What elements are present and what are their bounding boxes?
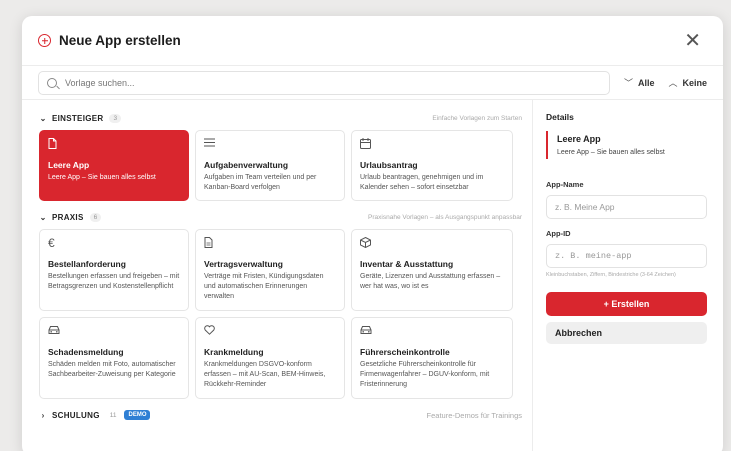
card-description: Leere App – Sie bauen alles selbst bbox=[48, 174, 156, 181]
document-icon bbox=[48, 138, 180, 152]
car-icon bbox=[360, 325, 504, 339]
search-box[interactable] bbox=[38, 70, 610, 95]
template-card-aufgabenverwaltung[interactable]: Aufgabenverwaltung Aufgaben im Team vert… bbox=[195, 130, 345, 201]
section-description: Feature-Demos für Trainings bbox=[426, 410, 522, 420]
card-title: Inventar & Ausstattung bbox=[360, 259, 454, 269]
app-id-label: App-ID bbox=[546, 229, 571, 238]
card-title: Aufgabenverwaltung bbox=[204, 160, 289, 170]
template-card-inventar[interactable]: Inventar & Ausstattung Geräte, Lizenzen … bbox=[351, 229, 513, 311]
section-count: 6 bbox=[89, 212, 102, 222]
card-title: Krankmeldung bbox=[204, 347, 264, 357]
card-description: Urlaub beantragen, genehmigen und im Kal… bbox=[360, 174, 484, 192]
card-description: Verträge mit Fristen, Kündigungsdaten un… bbox=[204, 273, 324, 301]
app-id-input[interactable] bbox=[546, 244, 707, 268]
card-title: Führerscheinkontrolle bbox=[360, 347, 450, 357]
section-name: PRAXIS bbox=[52, 212, 84, 222]
preview-description: Leere App – Sie bauen alles selbst bbox=[557, 149, 665, 156]
app-name-label: App-Name bbox=[546, 180, 584, 189]
demo-badge: DEMO bbox=[124, 410, 151, 420]
template-card-vertragsverwaltung[interactable]: Vertragsverwaltung Verträge mit Fristen,… bbox=[195, 229, 345, 311]
section-name: SCHULUNG bbox=[52, 410, 100, 420]
search-row: ﹀ Alle ︿ Keine bbox=[22, 66, 723, 100]
close-icon[interactable]: ✕ bbox=[684, 31, 701, 51]
template-list: ⌄ EINSTEIGER 3 Einfache Vorlagen zum Sta… bbox=[22, 100, 532, 451]
collapse-all-button[interactable]: ︿ Keine bbox=[668, 76, 707, 89]
section-description: Einfache Vorlagen zum Starten bbox=[432, 114, 522, 122]
card-title: Schadensmeldung bbox=[48, 347, 124, 357]
heart-icon bbox=[204, 325, 336, 339]
search-input[interactable] bbox=[65, 77, 565, 88]
new-app-dialog: Neue App erstellen ✕ ﹀ Alle ︿ Keine ⌄ EI… bbox=[22, 16, 723, 451]
calendar-icon bbox=[360, 138, 504, 152]
section-count: 11 bbox=[109, 411, 117, 419]
template-card-schadensmeldung[interactable]: Schadensmeldung Schäden melden mit Foto,… bbox=[39, 317, 189, 399]
dialog-header: Neue App erstellen ✕ bbox=[22, 16, 723, 66]
template-grid-einsteiger: Leere App Leere App – Sie bauen alles se… bbox=[39, 130, 522, 201]
preview-title: Leere App bbox=[557, 134, 601, 144]
template-card-bestellanforderung[interactable]: € Bestellanforderung Bestellungen erfass… bbox=[39, 229, 189, 311]
section-header-praxis[interactable]: ⌄ PRAXIS 6 Praxisnahe Vorlagen – als Aus… bbox=[39, 205, 522, 229]
details-heading: Details bbox=[546, 112, 574, 122]
section-header-schulung[interactable]: › SCHULUNG 11 DEMO Feature-Demos für Tra… bbox=[39, 403, 522, 427]
card-title: Vertragsverwaltung bbox=[204, 259, 283, 269]
section-description: Praxisnahe Vorlagen – als Ausgangspunkt … bbox=[368, 213, 522, 221]
card-description: Schäden melden mit Foto, automatischer S… bbox=[48, 361, 176, 379]
template-grid-praxis: € Bestellanforderung Bestellungen erfass… bbox=[39, 229, 522, 399]
dialog-content: ⌄ EINSTEIGER 3 Einfache Vorlagen zum Sta… bbox=[22, 100, 723, 451]
contract-icon bbox=[204, 237, 336, 251]
chevron-up-icon: ︿ bbox=[668, 78, 678, 88]
collapse-all-label: Keine bbox=[682, 77, 707, 88]
template-card-leere-app[interactable]: Leere App Leere App – Sie bauen alles se… bbox=[39, 130, 189, 201]
euro-icon: € bbox=[48, 236, 55, 250]
list-icon bbox=[204, 138, 336, 152]
dialog-title: Neue App erstellen bbox=[59, 33, 181, 48]
selected-template-preview: Leere App Leere App – Sie bauen alles se… bbox=[546, 131, 707, 159]
section-name: EINSTEIGER bbox=[52, 113, 104, 123]
box-icon bbox=[360, 237, 504, 251]
section-count: 3 bbox=[109, 113, 122, 123]
template-card-fuehrerscheinkontrolle[interactable]: Führerscheinkontrolle Gesetzliche Führer… bbox=[351, 317, 513, 399]
section-header-einsteiger[interactable]: ⌄ EINSTEIGER 3 Einfache Vorlagen zum Sta… bbox=[39, 106, 522, 130]
search-icon bbox=[47, 77, 57, 88]
card-description: Aufgaben im Team verteilen und per Kanba… bbox=[204, 174, 317, 192]
app-name-input[interactable] bbox=[546, 195, 707, 219]
card-description: Geräte, Lizenzen und Ausstattung erfasse… bbox=[360, 273, 501, 291]
card-description: Krankmeldungen DSGVO-konform erfassen – … bbox=[204, 361, 326, 389]
chevron-down-icon: ⌄ bbox=[39, 113, 47, 123]
card-title: Urlaubsantrag bbox=[360, 160, 418, 170]
chevron-down-icon: ﹀ bbox=[623, 78, 633, 88]
app-id-hint: Kleinbuchstaben, Ziffern, Bindestriche (… bbox=[546, 272, 676, 278]
expand-all-button[interactable]: ﹀ Alle bbox=[624, 76, 655, 89]
template-card-krankmeldung[interactable]: Krankmeldung Krankmeldungen DSGVO-konfor… bbox=[195, 317, 345, 399]
card-description: Gesetzliche Führerscheinkontrolle für Fi… bbox=[360, 361, 490, 389]
expand-all-label: Alle bbox=[637, 77, 655, 88]
plus-circle-icon bbox=[38, 34, 51, 47]
card-title: Bestellanforderung bbox=[48, 259, 126, 269]
card-description: Bestellungen erfassen und freigeben – mi… bbox=[48, 273, 180, 291]
card-title: Leere App bbox=[48, 160, 90, 170]
template-card-urlaubsantrag[interactable]: Urlaubsantrag Urlaub beantragen, genehmi… bbox=[351, 130, 513, 201]
chevron-right-icon: › bbox=[41, 410, 45, 420]
details-panel: Details Leere App Leere App – Sie bauen … bbox=[532, 100, 723, 451]
chevron-down-icon: ⌄ bbox=[39, 212, 47, 222]
car-icon bbox=[48, 325, 180, 339]
cancel-button[interactable]: Abbrechen bbox=[546, 322, 707, 344]
create-button[interactable]: + Erstellen bbox=[546, 292, 707, 316]
